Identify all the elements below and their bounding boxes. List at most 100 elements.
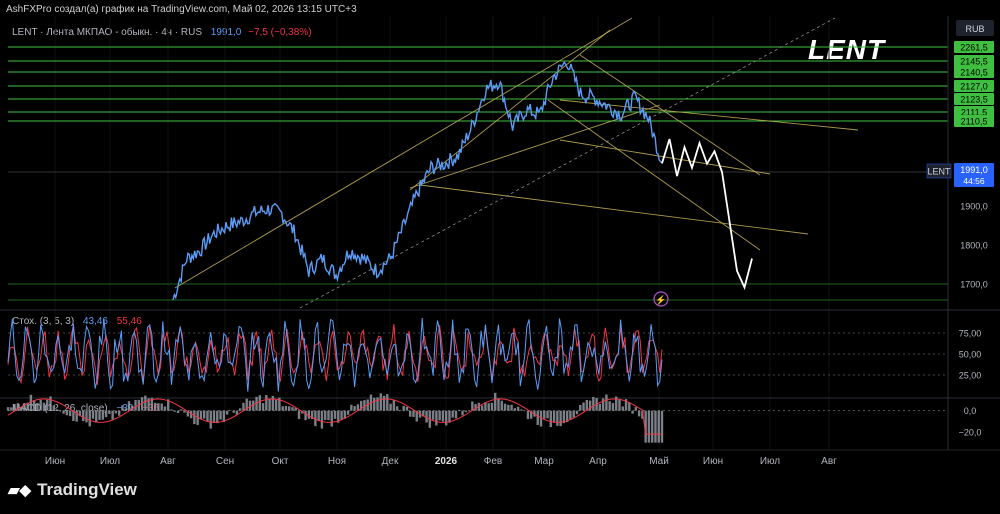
time-tick-label: 2026	[435, 456, 458, 467]
macd-histogram-bar	[405, 406, 409, 411]
macd-histogram-bar	[265, 395, 268, 411]
macd-histogram-bar	[180, 409, 183, 411]
chart-canvas[interactable]: ⚡ RUB2261,52145,52140,52127,02123,52111,…	[0, 0, 1000, 514]
macd-histogram-bar	[611, 403, 615, 411]
price-series	[172, 60, 663, 301]
stoch-tick-label: 75,00	[959, 329, 982, 339]
macd-histogram-bar	[464, 410, 467, 413]
macd-histogram-bar	[91, 410, 95, 419]
time-tick-label: Авг	[160, 456, 176, 467]
last-price-value: 1991,0	[960, 165, 988, 175]
macd-histogram-bar	[268, 399, 271, 411]
macd-histogram-bar	[628, 402, 631, 411]
level-price-label: 2110,5	[961, 117, 988, 127]
macd-histogram-bar	[274, 399, 278, 411]
macd-histogram-bar	[82, 410, 85, 422]
macd-histogram-bar	[52, 405, 55, 411]
macd-histogram-bar	[111, 410, 114, 420]
macd-histogram-bar	[461, 410, 464, 416]
time-tick-label: Фев	[484, 456, 502, 467]
macd-histogram-bar	[579, 404, 582, 411]
macd-histogram-bar	[569, 410, 572, 420]
macd-histogram-bar	[431, 410, 435, 420]
macd-histogram-bar	[225, 410, 229, 415]
price-axis: RUB2261,52145,52140,52127,02123,52111,52…	[926, 16, 994, 450]
macd-histogram-bar	[650, 410, 654, 443]
macd-histogram-bar	[520, 409, 523, 411]
trend-line	[559, 139, 771, 175]
macd-histogram-bar	[549, 410, 553, 428]
macd-histogram-bar	[487, 403, 490, 411]
macd-histogram-bar	[144, 395, 147, 411]
trend-line	[174, 17, 633, 289]
macd-histogram-bar	[660, 410, 664, 443]
macd-histogram-bar	[209, 410, 212, 429]
macd-histogram-bar	[454, 410, 458, 419]
level-price-label: 2123,5	[960, 95, 988, 105]
macd-histogram-bar	[647, 410, 651, 443]
macd-histogram-bar	[288, 406, 291, 411]
time-tick-label: Сен	[216, 456, 234, 467]
macd-histogram-bar	[29, 394, 33, 411]
ticker-tag-label: LENT	[927, 167, 951, 177]
macd-histogram-bar	[176, 410, 180, 413]
stoch-tick-label: 25,00	[959, 371, 982, 381]
macd-histogram-bar	[323, 410, 327, 421]
macd-histogram-bar	[516, 406, 520, 411]
macd-histogram-bar	[458, 409, 461, 411]
forecast-path: ⚡	[653, 138, 753, 307]
macd-histogram-bar	[490, 402, 494, 411]
price-line	[172, 60, 663, 301]
macd-histogram-bar	[232, 410, 235, 413]
macd-histogram-bar	[546, 410, 549, 419]
macd-histogram-bar	[497, 398, 500, 411]
macd-histogram-bar	[153, 402, 157, 411]
level-price-label: 2261,5	[960, 43, 988, 53]
macd-histogram-bar	[503, 403, 507, 411]
macd-histogram-bar	[55, 409, 59, 411]
macd-histogram-bar	[657, 410, 660, 443]
macd-histogram-bar	[425, 410, 428, 423]
macd-histogram-bar	[618, 398, 621, 411]
macd-histogram-bar	[160, 403, 163, 411]
macd-histogram-bar	[601, 398, 605, 411]
macd-histogram-bar	[480, 405, 484, 411]
macd-histogram-bar	[36, 403, 39, 411]
macd-histogram-bar	[389, 403, 392, 411]
macd-histogram-bar	[193, 410, 196, 425]
macd-histogram-bar	[451, 410, 454, 418]
macd-histogram-bar	[402, 405, 405, 411]
macd-histogram-bar	[327, 410, 330, 421]
macd-histogram-bar	[46, 399, 49, 411]
macd-histogram-bar	[340, 410, 343, 420]
macd-histogram-bar	[382, 395, 386, 411]
macd-histogram-bar	[304, 410, 307, 421]
macd-histogram-bar	[242, 402, 245, 411]
macd-histogram-bar	[124, 408, 127, 411]
bar-timer: 44:56	[963, 176, 985, 186]
time-tick-label: Ноя	[328, 456, 346, 467]
macd-histogram-bar	[592, 397, 595, 411]
macd-tick-label: −20,0	[959, 428, 982, 438]
macd-histogram-bar	[49, 396, 52, 411]
macd-histogram-bar	[65, 410, 69, 416]
macd-histogram-bar	[101, 410, 105, 420]
macd-histogram-bar	[552, 410, 556, 423]
macd-histogram-bar	[88, 410, 91, 427]
macd-histogram-bar	[284, 406, 288, 411]
macd-histogram-bar	[376, 397, 379, 411]
macd-histogram-bar	[333, 410, 337, 419]
macd-histogram-bar	[494, 392, 497, 411]
macd-histogram-bar	[500, 400, 503, 411]
macd-histogram-bar	[386, 394, 389, 411]
macd-histogram-bar	[281, 406, 284, 411]
macd-histogram-bar	[163, 406, 167, 411]
macd-histogram-bar	[409, 410, 412, 417]
macd-histogram-bar	[183, 410, 186, 413]
level-price-label: 2140,5	[960, 68, 988, 78]
macd-histogram-bar	[353, 406, 356, 411]
macd-pane	[0, 392, 1000, 443]
macd-histogram-bar	[62, 410, 65, 414]
trend-line	[547, 99, 761, 251]
macd-histogram-bar	[543, 410, 546, 419]
